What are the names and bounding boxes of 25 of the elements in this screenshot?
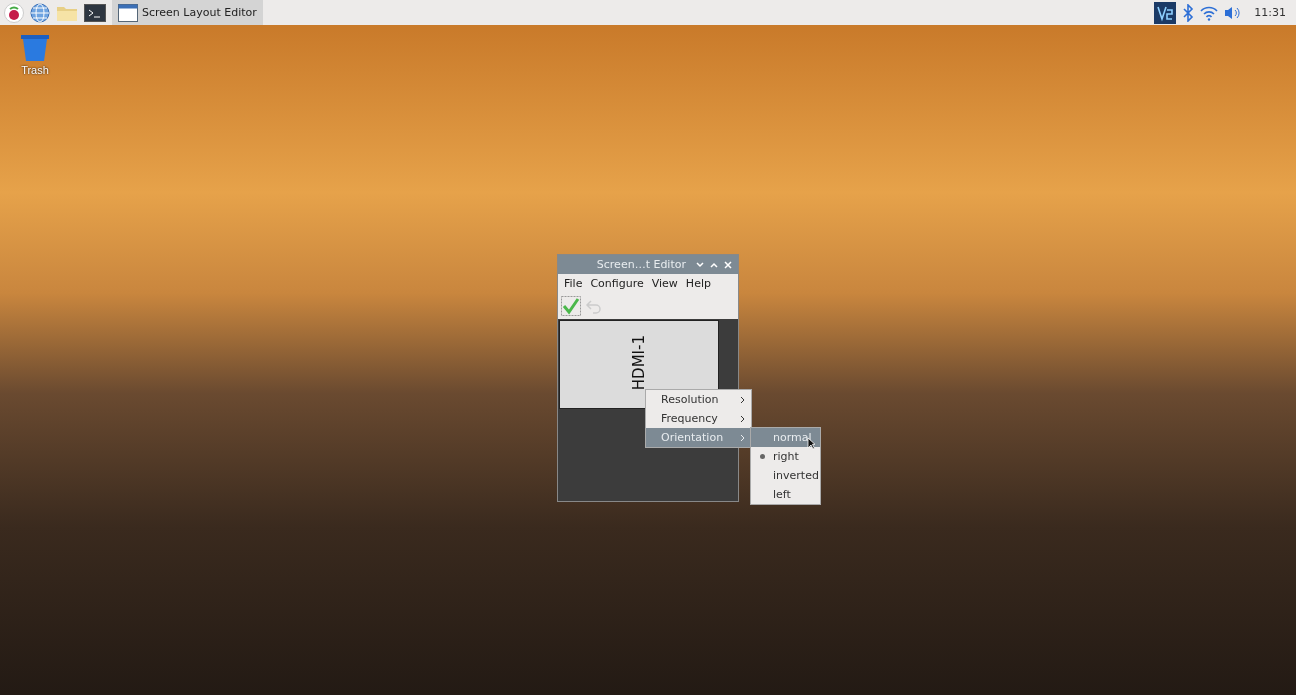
globe-icon[interactable] bbox=[30, 2, 50, 23]
taskbar-button[interactable]: Screen Layout Editor bbox=[112, 0, 263, 25]
menu-item[interactable]: View bbox=[647, 277, 682, 290]
maximize-icon[interactable] bbox=[710, 261, 718, 268]
orientation-option[interactable]: left bbox=[751, 485, 820, 504]
close-icon[interactable] bbox=[724, 260, 732, 269]
minimize-icon[interactable] bbox=[696, 261, 704, 268]
wifi-icon[interactable] bbox=[1200, 4, 1219, 21]
chevron-right-icon bbox=[740, 395, 745, 404]
volume-icon[interactable] bbox=[1224, 4, 1243, 21]
menu-item[interactable]: Configure bbox=[586, 277, 648, 290]
terminal-icon[interactable] bbox=[84, 3, 106, 22]
window-title: Screen…t Editor bbox=[596, 258, 686, 271]
clock: 11:31 bbox=[1253, 6, 1287, 19]
menu-item[interactable]: File bbox=[560, 277, 587, 290]
vnc-icon[interactable] bbox=[1154, 1, 1177, 24]
window-app-icon bbox=[118, 3, 138, 22]
menu-item[interactable]: Help bbox=[681, 277, 715, 290]
bluetooth-icon[interactable] bbox=[1182, 3, 1195, 22]
orientation-option[interactable]: inverted bbox=[751, 466, 820, 485]
monitor-label: HDMI-1 bbox=[630, 335, 648, 391]
apply-check-icon[interactable] bbox=[561, 296, 581, 316]
chevron-right-icon bbox=[740, 414, 745, 423]
chevron-right-icon bbox=[740, 433, 745, 442]
context-menu-item[interactable]: Frequency bbox=[646, 409, 751, 428]
